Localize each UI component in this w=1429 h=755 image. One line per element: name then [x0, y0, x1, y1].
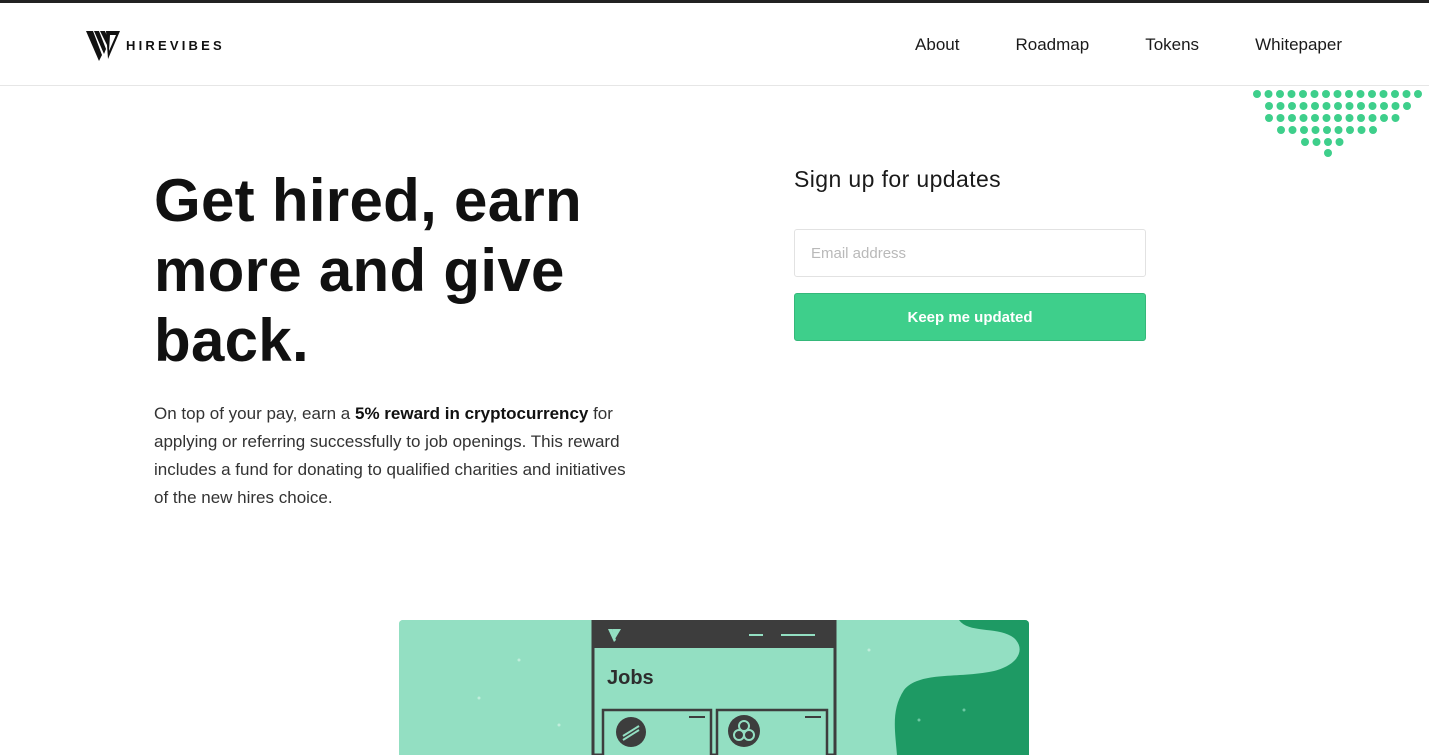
decorative-dot: [1324, 149, 1332, 157]
decorative-dot: [1346, 126, 1354, 134]
brand-logo[interactable]: HIREVIBES: [86, 29, 225, 61]
decorative-dot: [1345, 114, 1354, 122]
decorative-dot: [1345, 90, 1353, 98]
decorative-dot: [1334, 114, 1342, 122]
decorative-dot: [1288, 114, 1296, 122]
hero-text-start: On top of your pay, earn a: [154, 404, 355, 423]
jobs-app-illustration: Jobs: [399, 620, 1029, 755]
email-input[interactable]: [794, 229, 1146, 277]
decorative-dot: [1380, 114, 1388, 122]
hero-illustration: Jobs: [399, 620, 1029, 755]
decorative-dot: [1288, 126, 1297, 134]
decorative-dot: [1264, 90, 1273, 98]
decorative-dot: [1335, 138, 1344, 146]
illustration-jobs-title: Jobs: [607, 667, 654, 689]
decorative-dot: [1380, 102, 1388, 110]
decorative-dot: [1311, 114, 1319, 122]
decorative-dot: [1356, 90, 1365, 98]
hero-description: On top of your pay, earn a 5% reward in …: [154, 400, 644, 512]
hirevibes-logo-icon: [86, 31, 120, 61]
decorative-dot: [1357, 102, 1365, 110]
decorative-dot: [1300, 126, 1308, 134]
nav-about[interactable]: About: [915, 35, 959, 55]
decorative-dot-pattern: [1253, 90, 1422, 157]
decorative-dot: [1322, 102, 1331, 110]
nav-tokens[interactable]: Tokens: [1145, 35, 1199, 55]
decorative-dot: [1276, 102, 1285, 110]
hero-title: Get hired, earn more and give back.: [154, 167, 582, 374]
main-nav: About Roadmap Tokens Whitepaper: [859, 3, 1342, 86]
decorative-dot: [1312, 138, 1321, 146]
decorative-dot: [1368, 90, 1376, 98]
decorative-dot: [1379, 90, 1388, 98]
decorative-dot: [1322, 114, 1331, 122]
decorative-dot: [1368, 102, 1377, 110]
nav-whitepaper[interactable]: Whitepaper: [1255, 35, 1342, 55]
decorative-dot: [1311, 126, 1320, 134]
decorative-dot: [1276, 114, 1285, 122]
decorative-dot: [1323, 126, 1331, 134]
signup-title: Sign up for updates: [794, 166, 1002, 192]
decorative-dot: [1287, 90, 1296, 98]
decorative-dot: [1265, 114, 1273, 122]
decorative-dot: [1322, 90, 1330, 98]
decorative-dot: [1369, 126, 1377, 134]
decorative-dot: [1288, 102, 1296, 110]
decorative-dot: [1253, 90, 1261, 98]
decorative-dot: [1265, 102, 1273, 110]
decorative-dot: [1310, 90, 1319, 98]
decorative-dot: [1299, 114, 1308, 122]
decorative-dot: [1345, 102, 1354, 110]
decorative-dot: [1324, 138, 1332, 146]
decorative-dot: [1357, 126, 1366, 134]
decorative-dot: [1414, 90, 1422, 98]
decorative-dot: [1277, 126, 1285, 134]
decorative-dot: [1311, 102, 1319, 110]
brand-name: HIREVIBES: [126, 37, 225, 53]
decorative-dot: [1334, 102, 1342, 110]
decorative-dot: [1276, 90, 1284, 98]
site-header: HIREVIBES About Roadmap Tokens Whitepape…: [0, 3, 1429, 86]
decorative-dot: [1334, 126, 1343, 134]
decorative-dot: [1368, 114, 1377, 122]
decorative-dot: [1357, 114, 1365, 122]
decorative-dot: [1333, 90, 1342, 98]
decorative-dot: [1391, 114, 1400, 122]
nav-roadmap[interactable]: Roadmap: [1015, 35, 1089, 55]
hero-text-highlight: 5% reward in cryptocurrency: [354, 404, 589, 423]
decorative-dot: [1391, 90, 1399, 98]
decorative-dot: [1403, 102, 1411, 110]
keep-me-updated-button[interactable]: Keep me updated: [794, 293, 1146, 341]
decorative-dot: [1299, 102, 1308, 110]
decorative-dot: [1391, 102, 1400, 110]
decorative-dot: [1299, 90, 1307, 98]
decorative-dot: [1301, 138, 1309, 146]
decorative-dot: [1402, 90, 1411, 98]
